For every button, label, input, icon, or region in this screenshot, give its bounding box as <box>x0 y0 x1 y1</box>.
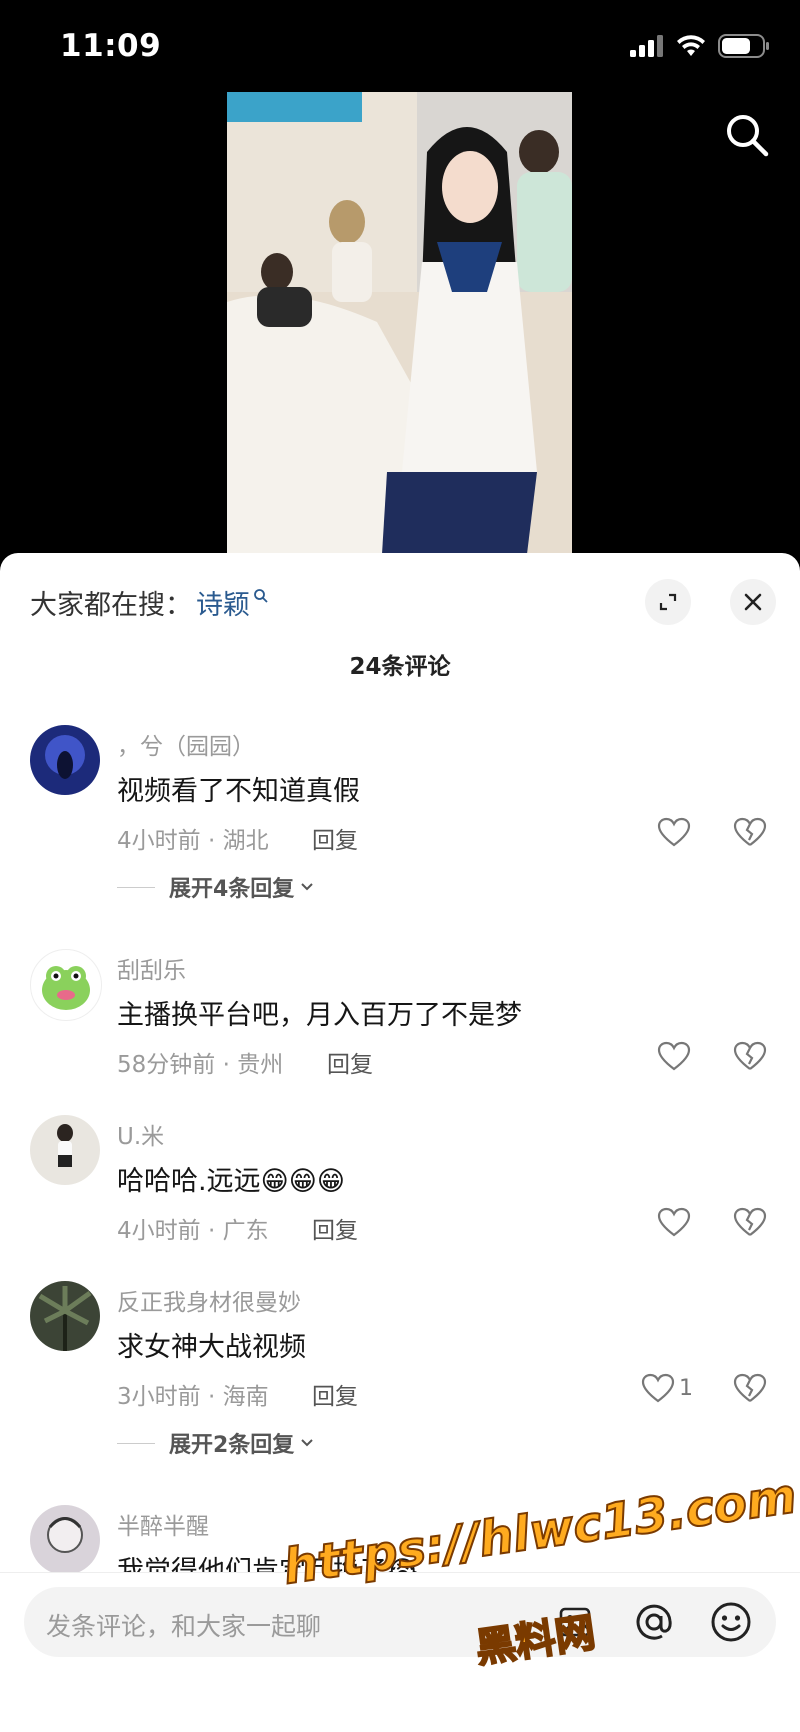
broken-heart-icon <box>733 817 767 846</box>
comment-username[interactable]: 刮刮乐 <box>117 951 186 985</box>
hot-search[interactable]: 大家都在搜： 诗颖 <box>30 583 269 622</box>
broken-heart-icon <box>733 1207 767 1236</box>
like-button[interactable] <box>657 1207 695 1237</box>
reply-button[interactable]: 回复 <box>312 1377 358 1411</box>
broken-heart-icon <box>733 1041 767 1070</box>
comment-input[interactable]: 发条评论，和大家一起聊 <box>24 1587 776 1657</box>
comment-username[interactable]: 半醉半醒 <box>117 1507 209 1541</box>
mention-icon[interactable] <box>634 1602 674 1642</box>
comment-text: 求女神大战视频 <box>117 1332 306 1363</box>
heart-icon <box>657 1041 691 1071</box>
expand-replies[interactable]: 展开2条回复 <box>117 1427 316 1459</box>
comment-sheet: 大家都在搜： 诗颖 24条评论 ，兮（园园） 视频看了不知道真假 4小时前 · … <box>0 553 800 1731</box>
comment-meta: 3小时前 · 海南 <box>117 1384 269 1410</box>
broken-heart-icon <box>733 1373 767 1402</box>
video-thumbnail <box>227 92 572 554</box>
reply-button[interactable]: 回复 <box>312 1211 358 1245</box>
comment-meta: 4小时前 · 湖北 <box>117 828 269 854</box>
chevron-down-icon <box>301 883 314 891</box>
image-icon[interactable] <box>558 1605 592 1639</box>
battery-icon <box>718 34 769 58</box>
comment-username[interactable]: ，兮（园园） <box>117 727 255 761</box>
expand-icon <box>659 593 677 611</box>
comment-input-placeholder: 发条评论，和大家一起聊 <box>46 1612 322 1641</box>
close-icon <box>744 593 762 611</box>
video-frame[interactable] <box>227 92 572 554</box>
like-button[interactable]: 1 <box>641 1373 693 1403</box>
divider <box>117 1442 155 1444</box>
comment-text: 主播换平台吧，月入百万了不是梦 <box>117 1000 522 1031</box>
comment-username[interactable]: 反正我身材很曼妙 <box>117 1283 301 1317</box>
status-icons <box>630 34 770 58</box>
comment-count: 24条评论 <box>349 654 451 680</box>
dislike-button[interactable] <box>733 817 767 851</box>
wifi-icon <box>677 35 705 56</box>
search-button[interactable] <box>722 110 772 160</box>
search-icon <box>727 115 769 157</box>
avatar[interactable] <box>30 1115 100 1185</box>
avatar[interactable] <box>30 725 100 795</box>
small-search-icon <box>254 588 268 603</box>
expand-button[interactable] <box>645 579 691 625</box>
divider <box>117 886 155 888</box>
comment-input-bar: 发条评论，和大家一起聊 <box>0 1572 800 1732</box>
expand-replies-label: 展开4条回复 <box>169 877 295 902</box>
comment-text: 哈哈哈.远远😁😁😁 <box>117 1166 346 1197</box>
reply-button[interactable]: 回复 <box>312 821 358 855</box>
dislike-button[interactable] <box>733 1041 767 1075</box>
expand-replies[interactable]: 展开4条回复 <box>117 871 316 903</box>
avatar[interactable] <box>30 1505 100 1575</box>
hot-search-label: 大家都在搜： <box>30 590 192 621</box>
dislike-button[interactable] <box>733 1207 767 1241</box>
comment-meta: 4小时前 · 广东 <box>117 1218 269 1244</box>
dislike-button[interactable] <box>733 1373 767 1407</box>
like-button[interactable] <box>657 1041 695 1071</box>
comment-meta: 58分钟前 · 贵州 <box>117 1052 284 1078</box>
status-time: 11:09 <box>60 28 162 64</box>
close-button[interactable] <box>730 579 776 625</box>
signal-icon <box>630 35 663 57</box>
avatar[interactable] <box>30 1281 100 1351</box>
hot-search-term[interactable]: 诗颖 <box>196 583 250 622</box>
status-bar: 11:09 <box>0 0 800 92</box>
comment-text: 视频看了不知道真假 <box>117 776 360 807</box>
emoji-icon[interactable] <box>710 1601 752 1643</box>
reply-button[interactable]: 回复 <box>327 1045 373 1079</box>
expand-replies-label: 展开2条回复 <box>169 1433 295 1458</box>
heart-icon <box>657 1207 691 1237</box>
heart-icon <box>641 1373 675 1403</box>
like-count: 1 <box>679 1375 693 1401</box>
comment-username[interactable]: U.米 <box>117 1117 164 1151</box>
like-button[interactable] <box>657 817 695 847</box>
avatar[interactable] <box>30 949 102 1021</box>
heart-icon <box>657 817 691 847</box>
chevron-down-icon <box>301 1439 314 1447</box>
video-player[interactable] <box>0 92 800 554</box>
